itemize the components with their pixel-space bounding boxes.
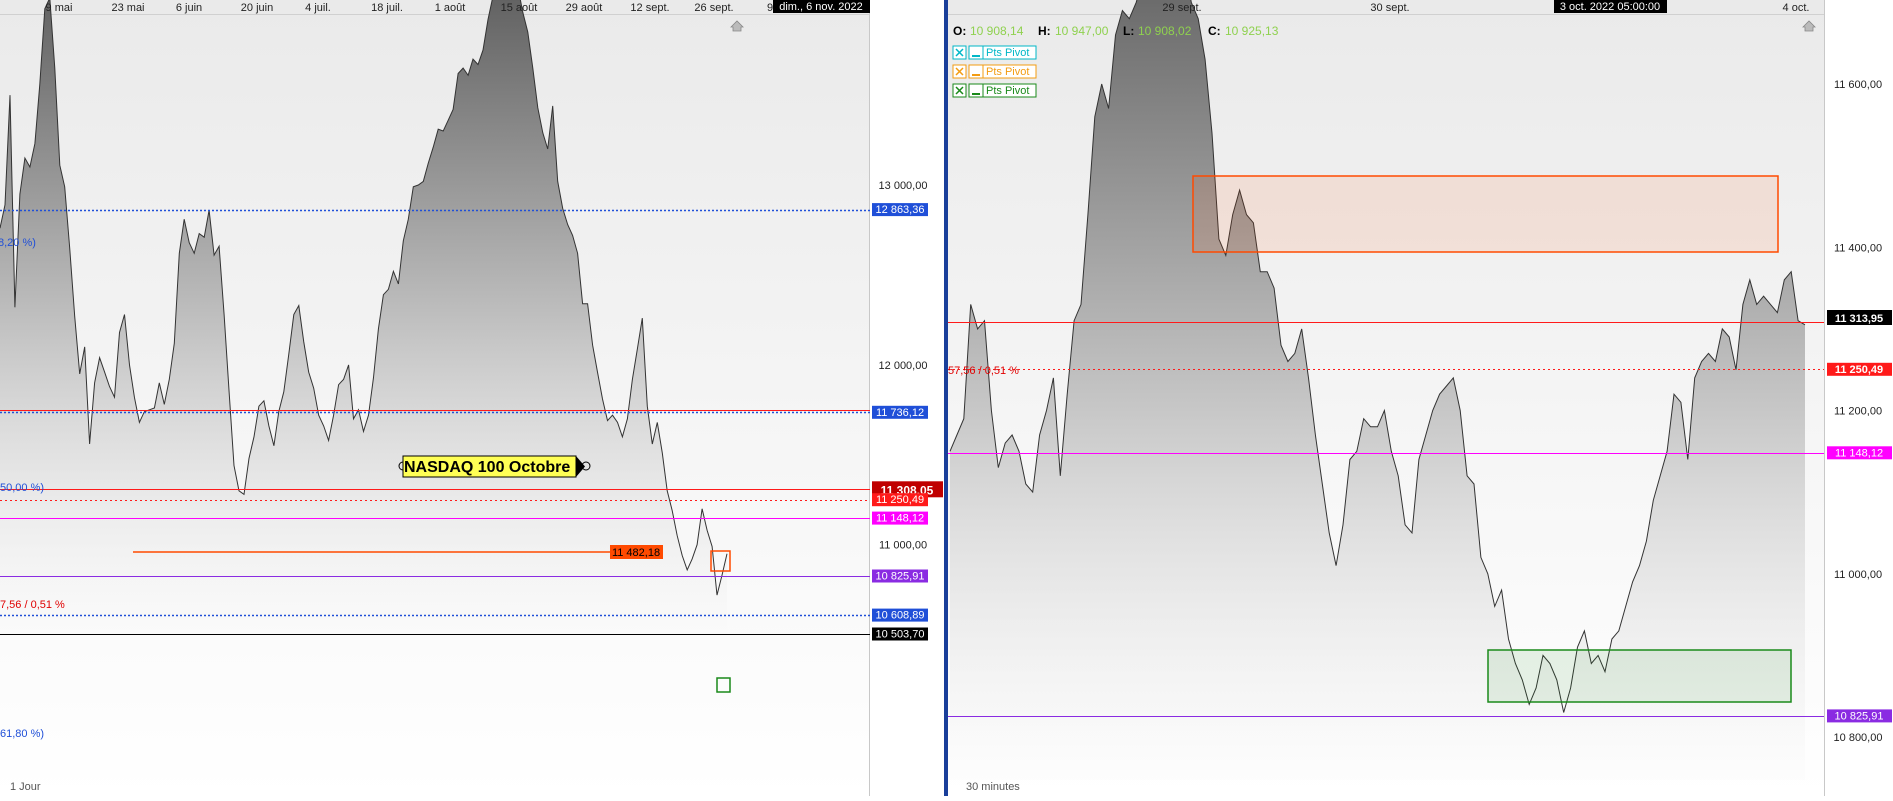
left-pivot-label: 7,56 / 0,51 %: [0, 599, 65, 611]
right-crosshair-date: 3 oct. 2022 05:00:00: [1560, 1, 1660, 13]
horizontal-ray-tag-text: 11 482,18: [612, 547, 660, 559]
date-axis-label: 26 sept.: [694, 2, 733, 14]
ohlc-low-key: L:: [1123, 24, 1134, 38]
chart-canvas[interactable]: 11 482,18 NASDAQ 100 Octobre 9 mai 23 mai…: [0, 0, 1893, 796]
level-tag-text: 10 608,89: [876, 610, 925, 622]
left-price-axis: [870, 0, 944, 796]
date-axis-label: 29 sept.: [1162, 2, 1201, 14]
indicator-legend[interactable]: Pts Pivot Pts Pivot Pts Pivot: [952, 45, 1037, 98]
price-axis-label: 11 000,00: [879, 540, 927, 552]
ohlc-open: 10 908,14: [970, 24, 1024, 38]
date-axis-label: 4 juil.: [305, 2, 331, 14]
date-axis-label: 29 août: [566, 2, 603, 14]
left-crosshair-date: dim., 6 nov. 2022: [779, 1, 863, 13]
level-tag-text: 10 825,91: [1835, 710, 1884, 722]
chart-title: NASDAQ 100 Octobre: [404, 459, 570, 476]
ohlc-open-key: O:: [953, 24, 966, 38]
right-pivot-label: 57,56 / 0,51 %: [948, 365, 1019, 377]
right-price-axis: [1824, 0, 1893, 796]
level-tag-text: 11 736,12: [876, 407, 924, 419]
price-axis-label: 11 400,00: [1834, 242, 1882, 254]
date-axis-label: 1 août: [435, 2, 466, 14]
legend-style-icon[interactable]: [968, 64, 984, 79]
level-tag-text: 11 313,95: [1835, 313, 1883, 325]
date-axis-label: 6 juin: [176, 2, 202, 14]
level-tag-text: 11 250,49: [876, 494, 924, 506]
price-axis-label: 11 000,00: [1834, 569, 1882, 581]
date-axis-label: 18 juil.: [371, 2, 403, 14]
legend-item-label: Pts Pivot: [986, 85, 1029, 97]
support-zone[interactable]: [1487, 649, 1792, 703]
price-axis-label: 11 200,00: [1834, 406, 1882, 418]
date-axis-label: 15 août: [501, 2, 538, 14]
date-axis-label: 9 mai: [46, 2, 73, 14]
panel-divider[interactable]: [944, 0, 948, 796]
fib-label-382: 8,20 %): [0, 237, 36, 249]
ohlc-high-key: H:: [1038, 24, 1051, 38]
date-axis-label: 23 mai: [111, 2, 144, 14]
chart-workspace: 11 482,18 NASDAQ 100 Octobre 9 mai 23 mai…: [0, 0, 1893, 796]
date-axis-label: 9: [767, 2, 773, 14]
fib-label-500: 50,00 %): [0, 482, 44, 494]
date-axis-label: 30 sept.: [1370, 2, 1409, 14]
level-tag-text: 11 250,49: [1835, 364, 1883, 376]
level-tag-text: 10 825,91: [876, 571, 925, 583]
legend-item-label: Pts Pivot: [986, 47, 1029, 59]
left-timeframe: 1 Jour: [10, 781, 41, 793]
ohlc-high: 10 947,00: [1055, 24, 1109, 38]
price-axis-label: 10 800,00: [1834, 732, 1883, 744]
ohlc-close-key: C:: [1208, 24, 1221, 38]
date-axis-label: 12 sept.: [630, 2, 669, 14]
resistance-zone[interactable]: [1192, 175, 1779, 253]
level-tag-text: 11 148,12: [1835, 447, 1883, 459]
price-axis-label: 13 000,00: [879, 180, 928, 192]
price-axis-label: 11 600,00: [1834, 79, 1882, 91]
legend-item-label: Pts Pivot: [986, 66, 1029, 78]
legend-style-icon[interactable]: [968, 45, 984, 60]
date-axis-label: 20 juin: [241, 2, 273, 14]
ohlc-close: 10 925,13: [1225, 24, 1279, 38]
date-axis-label: 4 oct.: [1783, 2, 1810, 14]
level-tag-text: 11 148,12: [876, 513, 924, 525]
ohlc-low: 10 908,02: [1138, 24, 1192, 38]
fib-label-618: 61,80 %): [0, 728, 44, 740]
level-tag-text: 12 863,36: [876, 204, 925, 216]
right-timeframe: 30 minutes: [966, 781, 1020, 793]
legend-style-icon[interactable]: [968, 83, 984, 98]
price-axis-label: 12 000,00: [879, 360, 928, 372]
level-tag-text: 10 503,70: [876, 629, 925, 641]
